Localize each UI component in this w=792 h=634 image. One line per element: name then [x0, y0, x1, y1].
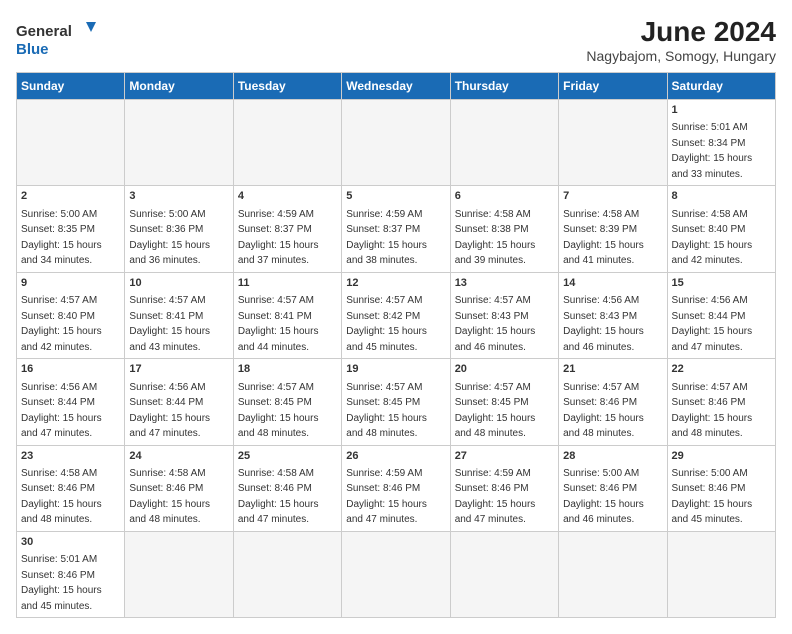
header-thursday: Thursday	[450, 73, 558, 100]
header-wednesday: Wednesday	[342, 73, 450, 100]
day-6: 6 Sunrise: 4:58 AMSunset: 8:38 PMDayligh…	[450, 186, 558, 272]
header-friday: Friday	[559, 73, 667, 100]
empty-cell	[17, 100, 125, 186]
day-15: 15 Sunrise: 4:56 AMSunset: 8:44 PMDaylig…	[667, 272, 775, 358]
day-28: 28 Sunrise: 5:00 AMSunset: 8:46 PMDaylig…	[559, 445, 667, 531]
empty-cell	[125, 100, 233, 186]
logo: General Blue	[16, 16, 96, 60]
location-title: Nagybajom, Somogy, Hungary	[586, 48, 776, 64]
day-23: 23 Sunrise: 4:58 AMSunset: 8:46 PMDaylig…	[17, 445, 125, 531]
empty-cell	[450, 100, 558, 186]
day-19: 19 Sunrise: 4:57 AMSunset: 8:45 PMDaylig…	[342, 359, 450, 445]
day-9: 9 Sunrise: 4:57 AMSunset: 8:40 PMDayligh…	[17, 272, 125, 358]
empty-cell	[342, 531, 450, 617]
week-row-2: 2 Sunrise: 5:00 AMSunset: 8:35 PMDayligh…	[17, 186, 776, 272]
svg-text:General: General	[16, 23, 72, 40]
day-24: 24 Sunrise: 4:58 AMSunset: 8:46 PMDaylig…	[125, 445, 233, 531]
empty-cell	[125, 531, 233, 617]
week-row-4: 16 Sunrise: 4:56 AMSunset: 8:44 PMDaylig…	[17, 359, 776, 445]
day-29: 29 Sunrise: 5:00 AMSunset: 8:46 PMDaylig…	[667, 445, 775, 531]
day-26: 26 Sunrise: 4:59 AMSunset: 8:46 PMDaylig…	[342, 445, 450, 531]
svg-text:Blue: Blue	[16, 41, 49, 58]
week-row-3: 9 Sunrise: 4:57 AMSunset: 8:40 PMDayligh…	[17, 272, 776, 358]
empty-cell	[233, 531, 341, 617]
empty-cell	[233, 100, 341, 186]
day-2: 2 Sunrise: 5:00 AMSunset: 8:35 PMDayligh…	[17, 186, 125, 272]
day-4: 4 Sunrise: 4:59 AMSunset: 8:37 PMDayligh…	[233, 186, 341, 272]
calendar: Sunday Monday Tuesday Wednesday Thursday…	[16, 72, 776, 618]
day-17: 17 Sunrise: 4:56 AMSunset: 8:44 PMDaylig…	[125, 359, 233, 445]
title-area: June 2024 Nagybajom, Somogy, Hungary	[586, 16, 776, 64]
month-title: June 2024	[586, 16, 776, 48]
week-row-5: 23 Sunrise: 4:58 AMSunset: 8:46 PMDaylig…	[17, 445, 776, 531]
empty-cell	[667, 531, 775, 617]
header-saturday: Saturday	[667, 73, 775, 100]
empty-cell	[559, 100, 667, 186]
empty-cell	[450, 531, 558, 617]
logo-svg: General Blue	[16, 16, 96, 60]
day-8: 8 Sunrise: 4:58 AMSunset: 8:40 PMDayligh…	[667, 186, 775, 272]
day-10: 10 Sunrise: 4:57 AMSunset: 8:41 PMDaylig…	[125, 272, 233, 358]
day-22: 22 Sunrise: 4:57 AMSunset: 8:46 PMDaylig…	[667, 359, 775, 445]
day-1: 1 Sunrise: 5:01 AMSunset: 8:34 PMDayligh…	[667, 100, 775, 186]
day-18: 18 Sunrise: 4:57 AMSunset: 8:45 PMDaylig…	[233, 359, 341, 445]
day-21: 21 Sunrise: 4:57 AMSunset: 8:46 PMDaylig…	[559, 359, 667, 445]
week-row-1: 1 Sunrise: 5:01 AMSunset: 8:34 PMDayligh…	[17, 100, 776, 186]
header-area: General Blue June 2024 Nagybajom, Somogy…	[16, 16, 776, 64]
day-30: 30 Sunrise: 5:01 AMSunset: 8:46 PMDaylig…	[17, 531, 125, 617]
day-27: 27 Sunrise: 4:59 AMSunset: 8:46 PMDaylig…	[450, 445, 558, 531]
day-5: 5 Sunrise: 4:59 AMSunset: 8:37 PMDayligh…	[342, 186, 450, 272]
day-3: 3 Sunrise: 5:00 AMSunset: 8:36 PMDayligh…	[125, 186, 233, 272]
empty-cell	[342, 100, 450, 186]
empty-cell	[559, 531, 667, 617]
day-20: 20 Sunrise: 4:57 AMSunset: 8:45 PMDaylig…	[450, 359, 558, 445]
day-16: 16 Sunrise: 4:56 AMSunset: 8:44 PMDaylig…	[17, 359, 125, 445]
header-tuesday: Tuesday	[233, 73, 341, 100]
week-row-6: 30 Sunrise: 5:01 AMSunset: 8:46 PMDaylig…	[17, 531, 776, 617]
day-25: 25 Sunrise: 4:58 AMSunset: 8:46 PMDaylig…	[233, 445, 341, 531]
header-sunday: Sunday	[17, 73, 125, 100]
weekday-header-row: Sunday Monday Tuesday Wednesday Thursday…	[17, 73, 776, 100]
day-13: 13 Sunrise: 4:57 AMSunset: 8:43 PMDaylig…	[450, 272, 558, 358]
day-12: 12 Sunrise: 4:57 AMSunset: 8:42 PMDaylig…	[342, 272, 450, 358]
day-14: 14 Sunrise: 4:56 AMSunset: 8:43 PMDaylig…	[559, 272, 667, 358]
header-monday: Monday	[125, 73, 233, 100]
day-11: 11 Sunrise: 4:57 AMSunset: 8:41 PMDaylig…	[233, 272, 341, 358]
day-7: 7 Sunrise: 4:58 AMSunset: 8:39 PMDayligh…	[559, 186, 667, 272]
